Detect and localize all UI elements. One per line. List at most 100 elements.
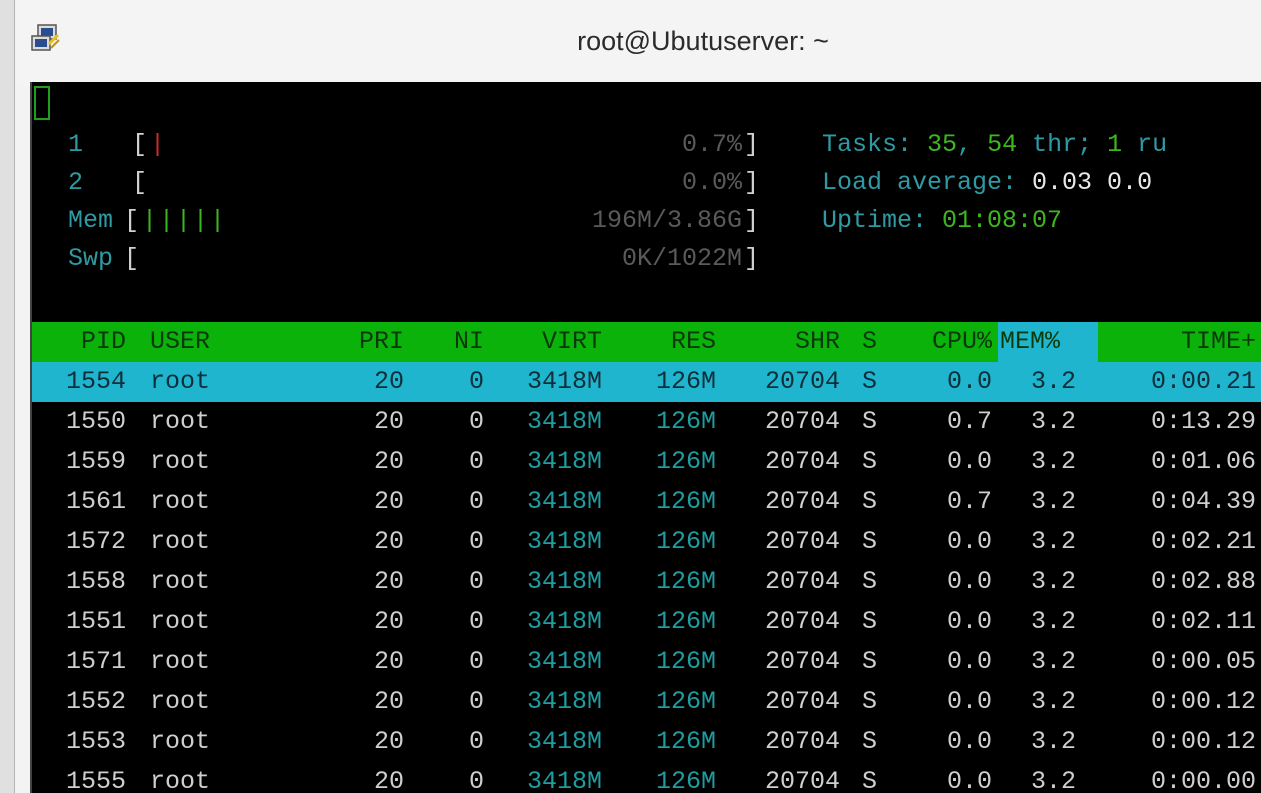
cell-mem: 3.2: [1030, 647, 1076, 676]
cell-shr: 20704: [764, 407, 840, 436]
cell-ni: 0: [468, 767, 484, 793]
cell-time: 0:02.88: [1150, 567, 1256, 596]
cell-cpu: 0.0: [946, 687, 992, 716]
col-state[interactable]: S: [862, 322, 877, 362]
cell-time: 0:13.29: [1150, 407, 1256, 436]
cell-user: root: [150, 727, 211, 756]
process-row[interactable]: 1550 root 20 0 3418M 126M 20704 S 0.7 3.2 0:13.29: [32, 402, 1261, 442]
cell-user: root: [150, 367, 211, 396]
cell-pri: 20: [373, 647, 404, 676]
process-row[interactable]: 1552 root 20 0 3418M 126M 20704 S 0.0 3.2 0:00.12: [32, 682, 1261, 722]
meter-open-bracket: [: [132, 168, 148, 197]
cell-pid: 1553: [65, 727, 126, 756]
cell-s: S: [862, 487, 878, 516]
terminal-screen[interactable]: 1[| 0.7%] 2[0.0%] Mem[||||| 196M/3.86G] Swp[0…: [30, 82, 1261, 793]
meter-bars: |: [150, 130, 168, 159]
cell-virt: 3418M: [526, 567, 602, 596]
meter-close-bracket: ]: [744, 206, 760, 235]
cell-ni: 0: [468, 647, 484, 676]
cell-s: S: [862, 567, 878, 596]
meter-bars: |||||: [142, 206, 228, 235]
tasks-line: Tasks: 35, 54 thr; 1 ru: [822, 130, 1168, 159]
process-row[interactable]: 1558 root 20 0 3418M 126M 20704 S 0.0 3.2 0:02.88: [32, 562, 1261, 602]
meter-label: Mem: [68, 206, 114, 235]
meter-label: 1: [68, 130, 84, 159]
cell-ni: 0: [468, 447, 484, 476]
col-ni[interactable]: NI: [422, 322, 484, 362]
cell-shr: 20704: [764, 487, 840, 516]
meter-close-bracket: ]: [744, 244, 760, 273]
cell-mem: 3.2: [1030, 527, 1076, 556]
cell-s: S: [862, 647, 878, 676]
col-pid[interactable]: PID: [32, 322, 126, 362]
cell-virt: 3418M: [526, 767, 602, 793]
cell-pri: 20: [373, 607, 404, 636]
cell-cpu: 0.0: [946, 527, 992, 556]
cell-ni: 0: [468, 367, 484, 396]
cell-pid: 1558: [65, 567, 126, 596]
cell-pri: 20: [373, 447, 404, 476]
cell-shr: 20704: [764, 367, 840, 396]
process-row-selected[interactable]: 1554 root 20 0 3418M 126M 20704 S 0.0 3.2 0:00.21: [32, 362, 1261, 402]
cell-shr: 20704: [764, 727, 840, 756]
meter-close-bracket: ]: [744, 168, 760, 197]
cell-shr: 20704: [764, 687, 840, 716]
cell-mem: 3.2: [1030, 567, 1076, 596]
cell-pid: 1561: [65, 487, 126, 516]
cell-cpu: 0.0: [946, 647, 992, 676]
cell-user: root: [150, 687, 211, 716]
cell-pri: 20: [373, 487, 404, 516]
cell-virt: 3418M: [526, 647, 602, 676]
cell-ni: 0: [468, 607, 484, 636]
cell-mem: 3.2: [1030, 607, 1076, 636]
process-row[interactable]: 1553 root 20 0 3418M 126M 20704 S 0.0 3.2 0:00.12: [32, 722, 1261, 762]
cell-res: 126M: [655, 367, 716, 396]
cell-mem: 3.2: [1030, 767, 1076, 793]
cell-user: root: [150, 567, 211, 596]
cell-pid: 1552: [65, 687, 126, 716]
process-row[interactable]: 1561 root 20 0 3418M 126M 20704 S 0.7 3.2 0:04.39: [32, 482, 1261, 522]
cell-pid: 1555: [65, 767, 126, 793]
cell-s: S: [862, 727, 878, 756]
cell-pri: 20: [373, 567, 404, 596]
cell-shr: 20704: [764, 567, 840, 596]
cell-time: 0:00.00: [1150, 767, 1256, 793]
col-user[interactable]: USER: [150, 322, 210, 362]
cell-virt: 3418M: [526, 727, 602, 756]
process-row[interactable]: 1551 root 20 0 3418M 126M 20704 S 0.0 3.2 0:02.11: [32, 602, 1261, 642]
meter-open-bracket: [: [124, 244, 140, 273]
col-pri[interactable]: PRI: [332, 322, 404, 362]
process-row[interactable]: 1571 root 20 0 3418M 126M 20704 S 0.0 3.2 0:00.05: [32, 642, 1261, 682]
meter-close-bracket: ]: [744, 130, 760, 159]
col-res[interactable]: RES: [612, 322, 716, 362]
process-row[interactable]: 1555 root 20 0 3418M 126M 20704 S 0.0 3.2 0:00.00: [32, 762, 1261, 793]
cell-res: 126M: [655, 567, 716, 596]
load-average-line: Load average: 0.03 0.0: [822, 168, 1153, 197]
cell-mem: 3.2: [1030, 447, 1076, 476]
col-mem[interactable]: MEM%: [1000, 322, 1060, 362]
cell-pid: 1559: [65, 447, 126, 476]
col-virt[interactable]: VIRT: [492, 322, 602, 362]
cell-res: 126M: [655, 527, 716, 556]
cell-user: root: [150, 447, 211, 476]
col-time[interactable]: TIME+: [1112, 322, 1256, 362]
cell-cpu: 0.7: [946, 487, 992, 516]
col-shr[interactable]: SHR: [732, 322, 840, 362]
cell-shr: 20704: [764, 527, 840, 556]
process-row[interactable]: 1559 root 20 0 3418M 126M 20704 S 0.0 3.2 0:01.06: [32, 442, 1261, 482]
cell-res: 126M: [655, 727, 716, 756]
cell-shr: 20704: [764, 447, 840, 476]
col-cpu[interactable]: CPU%: [892, 322, 992, 362]
cell-cpu: 0.0: [946, 447, 992, 476]
cell-ni: 0: [468, 407, 484, 436]
title-bar[interactable]: root@Ubutuserver: ~: [15, 0, 1261, 86]
cell-res: 126M: [655, 687, 716, 716]
cell-mem: 3.2: [1030, 487, 1076, 516]
cell-pid: 1572: [65, 527, 126, 556]
cell-res: 126M: [655, 487, 716, 516]
cell-time: 0:02.21: [1150, 527, 1256, 556]
cell-ni: 0: [468, 567, 484, 596]
cell-pri: 20: [373, 527, 404, 556]
cell-ni: 0: [468, 687, 484, 716]
process-row[interactable]: 1572 root 20 0 3418M 126M 20704 S 0.0 3.2 0:02.21: [32, 522, 1261, 562]
